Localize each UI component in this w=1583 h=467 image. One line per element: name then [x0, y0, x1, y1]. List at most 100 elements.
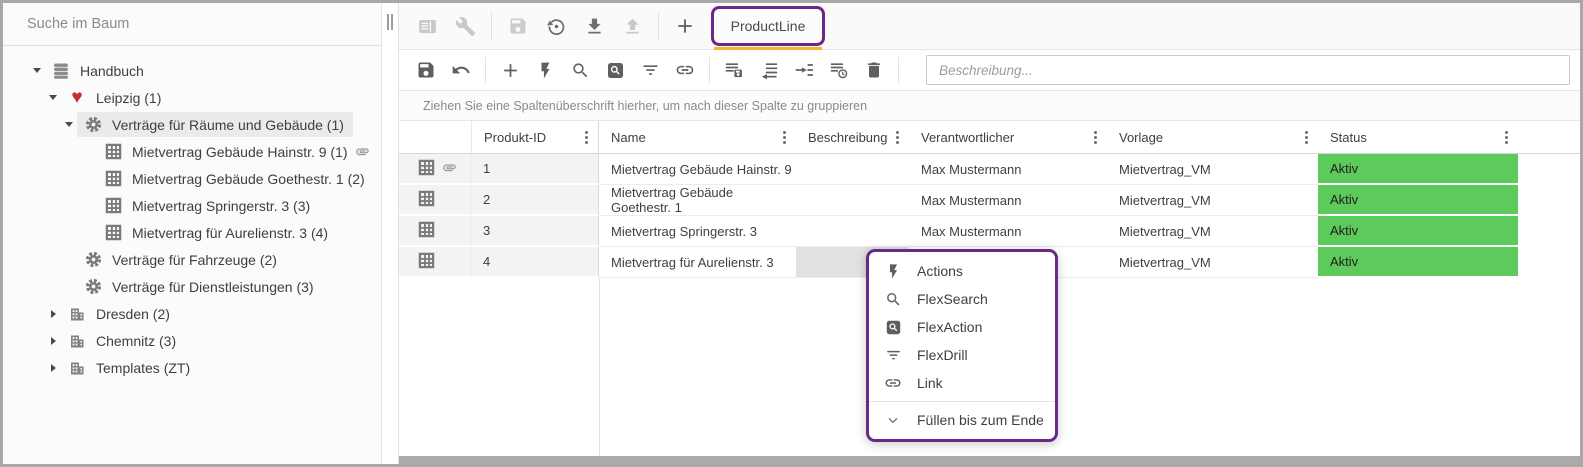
actions-button[interactable]: [534, 59, 556, 81]
tree-item-templates[interactable]: Templates (ZT): [3, 354, 381, 381]
status-badge[interactable]: Aktiv: [1318, 154, 1518, 185]
table-row[interactable]: 2 Mietvertrag Gebäude Goethestr. 1 Max M…: [399, 185, 1580, 216]
cell-name[interactable]: Mietvertrag für Aurelienstr. 3: [599, 247, 796, 278]
column-header-verantwortlicher[interactable]: Verantwortlicher: [909, 121, 1107, 153]
column-menu-icon[interactable]: [1503, 129, 1510, 146]
row-type-cell[interactable]: [399, 154, 472, 185]
tree-search-input[interactable]: [3, 16, 381, 32]
horizontal-scrollbar[interactable]: [399, 456, 1580, 464]
status-badge[interactable]: Aktiv: [1318, 185, 1518, 216]
chevron-collapsed-icon[interactable]: [45, 364, 61, 372]
chevron-down-icon: [883, 410, 903, 430]
cell-vorlage[interactable]: Mietvertrag_VM: [1107, 216, 1318, 247]
status-badge[interactable]: Aktiv: [1318, 247, 1518, 278]
menu-item-flexaction[interactable]: FlexAction: [869, 313, 1055, 341]
status-badge[interactable]: Aktiv: [1318, 216, 1518, 247]
collapse-rows-button[interactable]: [758, 59, 780, 81]
restore-history-button[interactable]: [544, 14, 568, 38]
column-header-produkt-id[interactable]: Produkt-ID: [472, 121, 599, 153]
chevron-expanded-icon[interactable]: [61, 122, 77, 127]
wrench-button[interactable]: [453, 14, 477, 38]
upload-button[interactable]: [620, 14, 644, 38]
cell-verantwortlicher[interactable]: Max Mustermann: [909, 185, 1107, 216]
tree-item-dresden[interactable]: Dresden (2): [3, 300, 381, 327]
tree-item-mietvertrag-springerstr[interactable]: Mietvertrag Springerstr. 3 (3): [3, 192, 381, 219]
column-header-name[interactable]: Name: [599, 121, 796, 153]
beschreibung-filter-input[interactable]: [926, 55, 1570, 85]
cell-vorlage[interactable]: Mietvertrag_VM: [1107, 154, 1318, 185]
tree-item-vertraege-fahrzeuge[interactable]: Verträge für Fahrzeuge (2): [3, 246, 381, 273]
column-menu-icon[interactable]: [781, 129, 788, 146]
group-by-drop-zone[interactable]: Ziehen Sie eine Spaltenüberschrift hierh…: [399, 91, 1580, 121]
menu-item-flexdrill[interactable]: FlexDrill: [869, 341, 1055, 369]
cell-produkt-id[interactable]: 1: [472, 154, 599, 185]
flexaction-button[interactable]: [604, 59, 626, 81]
save-button[interactable]: [506, 14, 530, 38]
column-menu-icon[interactable]: [894, 129, 901, 146]
column-menu-icon[interactable]: [1092, 129, 1099, 146]
cell-name[interactable]: Mietvertrag Gebäude Goethestr. 1: [599, 185, 796, 216]
add-row-button[interactable]: [499, 59, 521, 81]
tree-item-mietvertrag-aurelienstr[interactable]: Mietvertrag für Aurelienstr. 3 (4): [3, 219, 381, 246]
cell-verantwortlicher[interactable]: Max Mustermann: [909, 216, 1107, 247]
cell-beschreibung[interactable]: [796, 185, 909, 216]
download-button[interactable]: [582, 14, 606, 38]
tree-item-vertraege-dienstleistungen[interactable]: Verträge für Dienstleistungen (3): [3, 273, 381, 300]
table-row[interactable]: 3 Mietvertrag Springerstr. 3 Max Musterm…: [399, 216, 1580, 247]
save-rows-button[interactable]: [723, 59, 745, 81]
row-history-button[interactable]: [828, 59, 850, 81]
panel-resize-handle[interactable]: [387, 14, 393, 30]
undo-button[interactable]: [450, 59, 472, 81]
building-icon: [67, 358, 87, 378]
column-menu-icon[interactable]: [583, 129, 590, 146]
tab-productline[interactable]: ProductLine: [711, 6, 825, 46]
cell-vorlage[interactable]: Mietvertrag_VM: [1107, 185, 1318, 216]
column-header-rowtype: [399, 121, 472, 153]
chevron-collapsed-icon[interactable]: [45, 337, 61, 345]
column-header-vorlage[interactable]: Vorlage: [1107, 121, 1318, 153]
flexsearch-button[interactable]: [569, 59, 591, 81]
chevron-expanded-icon[interactable]: [29, 68, 45, 73]
row-type-cell[interactable]: [399, 185, 472, 216]
chevron-collapsed-icon[interactable]: [45, 310, 61, 318]
save-grid-button[interactable]: [415, 59, 437, 81]
menu-item-link[interactable]: Link: [869, 369, 1055, 397]
link-button[interactable]: [674, 59, 696, 81]
row-type-cell[interactable]: [399, 247, 472, 278]
tree-item-label: Handbuch: [80, 63, 144, 79]
header-toolbar: ProductLine: [399, 3, 1580, 50]
add-tab-button[interactable]: [673, 14, 697, 38]
menu-item-fuellen-bis-zum-ende[interactable]: Füllen bis zum Ende: [869, 406, 1055, 434]
table-row[interactable]: 1 Mietvertrag Gebäude Hainstr. 9 Max Mus…: [399, 154, 1580, 185]
tree-item-handbuch[interactable]: Handbuch: [3, 57, 381, 84]
gear-icon: [83, 277, 103, 297]
tree-item-mietvertrag-hainstr[interactable]: Mietvertrag Gebäude Hainstr. 9 (1): [3, 138, 381, 165]
tree-item-chemnitz[interactable]: Chemnitz (3): [3, 327, 381, 354]
chevron-expanded-icon[interactable]: [45, 95, 61, 100]
column-header-beschreibung[interactable]: Beschreibung: [796, 121, 909, 153]
column-menu-icon[interactable]: [1303, 129, 1310, 146]
flexdrill-button[interactable]: [639, 59, 661, 81]
tree-item-mietvertrag-goethestr[interactable]: Mietvertrag Gebäude Goethestr. 1 (2): [3, 165, 381, 192]
table-icon: [103, 169, 123, 189]
column-header-status[interactable]: Status: [1318, 121, 1518, 153]
cell-vorlage[interactable]: Mietvertrag_VM: [1107, 247, 1318, 278]
panel-toggle-button[interactable]: [415, 14, 439, 38]
indent-row-button[interactable]: [793, 59, 815, 81]
cell-name[interactable]: Mietvertrag Gebäude Hainstr. 9: [599, 154, 796, 185]
tree-item-vertraege-raeume[interactable]: Verträge für Räume und Gebäude (1): [3, 111, 381, 138]
tree-item-leipzig[interactable]: ♥ Leipzig (1): [3, 84, 381, 111]
cell-beschreibung[interactable]: [796, 154, 909, 185]
menu-item-flexsearch[interactable]: FlexSearch: [869, 285, 1055, 313]
cell-verantwortlicher[interactable]: Max Mustermann: [909, 154, 1107, 185]
menu-item-actions[interactable]: Actions: [869, 257, 1055, 285]
cell-name[interactable]: Mietvertrag Springerstr. 3: [599, 216, 796, 247]
row-type-cell[interactable]: [399, 216, 472, 247]
cell-produkt-id[interactable]: 2: [472, 185, 599, 216]
delete-button[interactable]: [863, 59, 885, 81]
cell-produkt-id[interactable]: 3: [472, 216, 599, 247]
filter-icon: [883, 345, 903, 365]
cell-produkt-id[interactable]: 4: [472, 247, 599, 278]
table-icon: [418, 190, 435, 210]
cell-beschreibung[interactable]: [796, 216, 909, 247]
